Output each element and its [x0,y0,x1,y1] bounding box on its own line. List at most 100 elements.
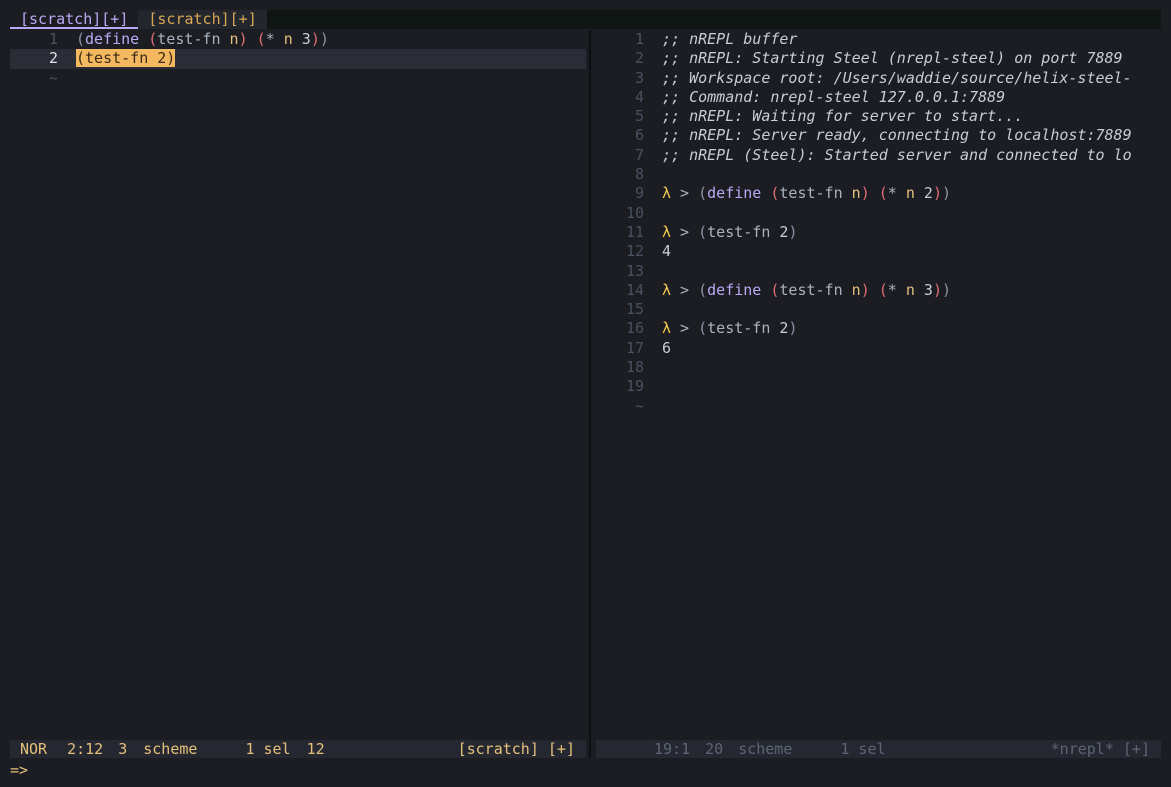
buffer-tab-bar: [scratch][+] [scratch][+] [10,10,1161,29]
tab-scratch-active[interactable]: [scratch][+] [10,10,139,29]
line-content[interactable]: 4 [662,242,1171,261]
gutter-gap [644,223,662,242]
command-line[interactable]: => [10,760,28,780]
code-line: 1 (define (test-fn n) (* n 3)) [10,30,586,49]
line-number: 1 [634,30,644,48]
line-content[interactable] [662,165,1171,184]
code-line: 4 ;; Command: nrepl-steel 127.0.0.1:7889 [596,88,1171,107]
line-content[interactable] [662,262,1171,281]
code-line: 12 4 [596,242,1171,261]
comment-text: ;; Workspace root: /Users/waddie/source/… [662,68,1132,87]
code-token: ) [310,30,320,48]
line-content[interactable]: (define (test-fn n) (* n 3)) [76,30,586,49]
code-line: 18 [596,358,1171,377]
line-content[interactable]: λ > (define (test-fn n) (* n 2)) [662,184,1171,203]
code-token: n [905,280,915,299]
code-token: ) [860,280,870,299]
tab-scratch[interactable]: [scratch][+] [138,10,267,29]
line-number: 9 [634,184,644,203]
code-token: define [707,184,762,203]
code-token: ) [932,184,942,203]
line-content[interactable]: ;; nREPL: Server ready, connecting to lo… [662,126,1171,145]
code-token: ) [788,222,798,241]
line-content[interactable]: ;; Workspace root: /Users/waddie/source/… [662,69,1171,88]
line-number: 12 [625,242,644,261]
gutter-gap [58,30,76,49]
line-count: 3 [118,740,128,758]
code-token: define [707,280,762,299]
line-number: 6 [634,126,644,145]
line-content[interactable] [662,204,1171,223]
editor-pane-nrepl[interactable]: 1 ;; nREPL buffer 2 ;; nREPL: Starting Stee… [596,30,1171,737]
code-token: ) [238,30,248,48]
code-line: 8 [596,165,1171,184]
line-content[interactable]: ;; nREPL (Steel): Started server and con… [662,146,1171,165]
line-number: 17 [625,338,644,357]
gutter-gap [644,281,662,300]
line-number: 19 [625,377,644,396]
line-number: 4 [634,87,644,106]
code-line: 5 ;; nREPL: Waiting for server to start..… [596,107,1171,126]
code-token: n [851,280,861,299]
gutter-gap [644,107,662,126]
code-token: test-fn [157,30,230,48]
line-content[interactable]: λ > (test-fn 2) [662,223,1171,242]
gutter-gap [644,300,662,319]
editor-pane-scratch[interactable]: 1 (define (test-fn n) (* n 3)) 2 (test-fn 2… [10,30,586,737]
repl-prompt-arrow: > [671,222,699,241]
line-content[interactable]: ;; nREPL buffer [662,30,1171,49]
code-token: ( [76,30,86,48]
code-token: ( [698,280,708,299]
code-token: ( [148,30,158,48]
code-token: ) [788,319,798,338]
gutter-gap [644,377,662,396]
line-content[interactable]: (test-fn 2) [76,49,586,68]
code-token: ) [860,184,870,203]
code-token: n [229,30,239,48]
code-token: test-fn [779,280,852,299]
line-number: 2 [634,49,644,68]
comment-text: ;; nREPL: Waiting for server to start... [662,107,1024,126]
gutter-gap [644,49,662,68]
line-number: 8 [634,165,644,184]
line-number: 18 [625,358,644,377]
repl-prompt-lambda: λ [662,184,672,203]
repl-prompt-lambda: λ [662,222,672,241]
line-content[interactable] [662,377,1171,396]
code-line: 11 λ > (test-fn 2) [596,223,1171,242]
code-line: 9 λ > (define (test-fn n) (* n 2)) [596,184,1171,203]
selection[interactable]: (test-fn 2) [76,49,176,68]
gutter-gap [644,88,662,107]
line-number: 14 [625,280,644,299]
gutter-gap [644,69,662,88]
code-token: ) [941,280,951,299]
code-token: ( [698,222,708,241]
line-content[interactable]: ;; nREPL: Waiting for server to start... [662,107,1171,126]
code-token: ( [878,184,888,203]
code-token: test-fn [707,319,780,338]
code-token: * [887,280,906,299]
code-token: ( [698,319,708,338]
code-line: 16 λ > (test-fn 2) [596,319,1171,338]
line-number: 13 [625,261,644,280]
line-number: 2 [48,49,58,68]
empty-line-marker: ~ [596,397,1171,416]
code-line: 6 ;; nREPL: Server ready, connecting to l… [596,126,1171,145]
line-content[interactable] [662,358,1171,377]
line-content[interactable]: ;; Command: nrepl-steel 127.0.0.1:7889 [662,88,1171,107]
code-token: n [905,184,915,203]
gutter-gap [644,30,662,49]
line-content[interactable] [662,300,1171,319]
code-token: ( [698,184,708,203]
comment-text: ;; nREPL (Steel): Started server and con… [662,145,1132,164]
line-content[interactable]: ;; nREPL: Starting Steel (nrepl-steel) o… [662,49,1171,68]
split-divider[interactable] [589,30,591,758]
gutter-gap [644,339,662,358]
selection-count: 1 sel [245,740,291,758]
line-content[interactable]: λ > (test-fn 2) [662,319,1171,338]
line-content[interactable]: 6 [662,339,1171,358]
line-content[interactable]: λ > (define (test-fn n) (* n 3)) [662,281,1171,300]
line-count: 20 [705,740,724,758]
buffer-name: [scratch] [+] [457,740,575,758]
